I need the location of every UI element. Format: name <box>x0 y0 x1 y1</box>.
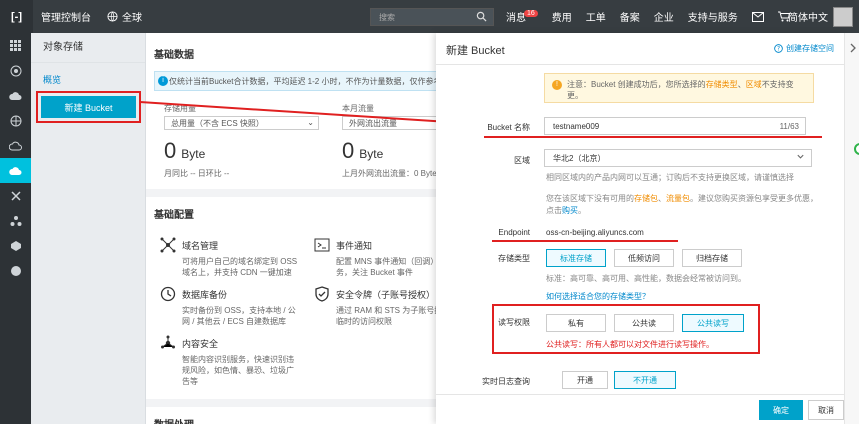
region-resource-help: 您在该区域下没有可用的存储包、流量包。建议您购买资源包享受更多优惠， 点击购买。 <box>546 193 836 217</box>
resource-help-separator: 、 <box>658 194 666 203</box>
buy-link[interactable]: 购买 <box>562 206 578 215</box>
acl-private[interactable]: 私有 <box>546 314 606 332</box>
region-help: 相同区域内的产品内网可以互通；订购后不支持更换区域，请谨慎选择 <box>546 173 794 182</box>
bucket-name-count: 11/63 <box>779 122 799 131</box>
storage-package-text: 存储包 <box>634 194 658 203</box>
help-link-label: 创建存储空间 <box>786 44 834 53</box>
endpoint-label: Endpoint <box>498 228 530 237</box>
endpoint-highlight <box>492 240 678 242</box>
bucket-name-label: Bucket 名称 <box>487 123 530 132</box>
storage-type-standard[interactable]: 标准存储 <box>546 249 606 267</box>
realtime-log-label: 实时日志查询 <box>482 377 530 386</box>
right-rail <box>844 33 859 424</box>
bucket-name-input[interactable]: testname009 11/63 <box>544 117 806 135</box>
log-enable[interactable]: 开通 <box>562 371 608 389</box>
warning-notice: ! 注意：Bucket 创建成功后，您所选择的存储类型、区域不支持变更。 <box>544 73 814 103</box>
storage-type-guide-link[interactable]: 如何选择适合您的存储类型？ <box>546 291 650 302</box>
buy-suffix: 。 <box>578 206 586 215</box>
svg-text:?: ? <box>777 47 780 53</box>
notice-storage-type: 存储类型 <box>705 80 738 89</box>
log-disable[interactable]: 不开通 <box>614 371 676 389</box>
region-label: 区域 <box>514 156 530 165</box>
storage-type-help: 标准：高可靠、高可用、高性能，数据会经常被访问到。 <box>546 274 746 283</box>
storage-type-archive[interactable]: 归档存储 <box>682 249 742 267</box>
notice-separator: 、 <box>737 80 746 89</box>
endpoint-value: oss-cn-beijing.aliyuncs.com <box>546 228 644 237</box>
close-icon[interactable] <box>848 43 858 53</box>
confirm-button[interactable]: 确定 <box>759 400 803 420</box>
drawer-title: 新建 Bucket <box>446 45 505 57</box>
notice-text: 注意：Bucket 创建成功后，您所选择的 <box>567 80 706 89</box>
drawer-footer: 确定 取消 <box>436 394 844 424</box>
acl-label: 读写权限 <box>498 318 530 327</box>
acl-warning: 公共读写：所有人都可以对文件进行读写操作。 <box>546 340 714 349</box>
chevron-down-icon <box>796 152 805 161</box>
acl-public-read-write[interactable]: 公共读写 <box>682 314 744 332</box>
buy-prefix: 点击 <box>546 206 562 215</box>
bucket-name-highlight <box>484 136 822 138</box>
create-bucket-help-link[interactable]: ? 创建存储空间 <box>774 43 834 54</box>
resource-help-text: 您在该区域下没有可用的 <box>546 194 634 203</box>
resource-help-suffix: 。建议您购买资源包享受更多优惠， <box>690 194 818 203</box>
region-select[interactable]: 华北2（北京） <box>544 149 812 167</box>
storage-type-ia[interactable]: 低频访问 <box>614 249 674 267</box>
cancel-button[interactable]: 取消 <box>808 400 844 420</box>
create-bucket-drawer: 新建 Bucket ? 创建存储空间 ! 注意：Bucket 创建成功后，您所选… <box>436 33 844 424</box>
help-circle-icon: ? <box>774 44 783 53</box>
storage-type-label: 存储类型 <box>498 254 530 263</box>
warning-icon: ! <box>552 80 562 90</box>
assistant-icon[interactable] <box>854 143 859 155</box>
region-select-value: 华北2（北京） <box>553 153 606 163</box>
bucket-name-value: testname009 <box>553 121 600 131</box>
acl-public-read[interactable]: 公共读 <box>614 314 674 332</box>
traffic-package-text: 流量包 <box>666 194 690 203</box>
drawer-divider <box>436 64 844 65</box>
notice-region: 区域 <box>745 80 762 89</box>
annotation-arrow <box>139 101 482 132</box>
